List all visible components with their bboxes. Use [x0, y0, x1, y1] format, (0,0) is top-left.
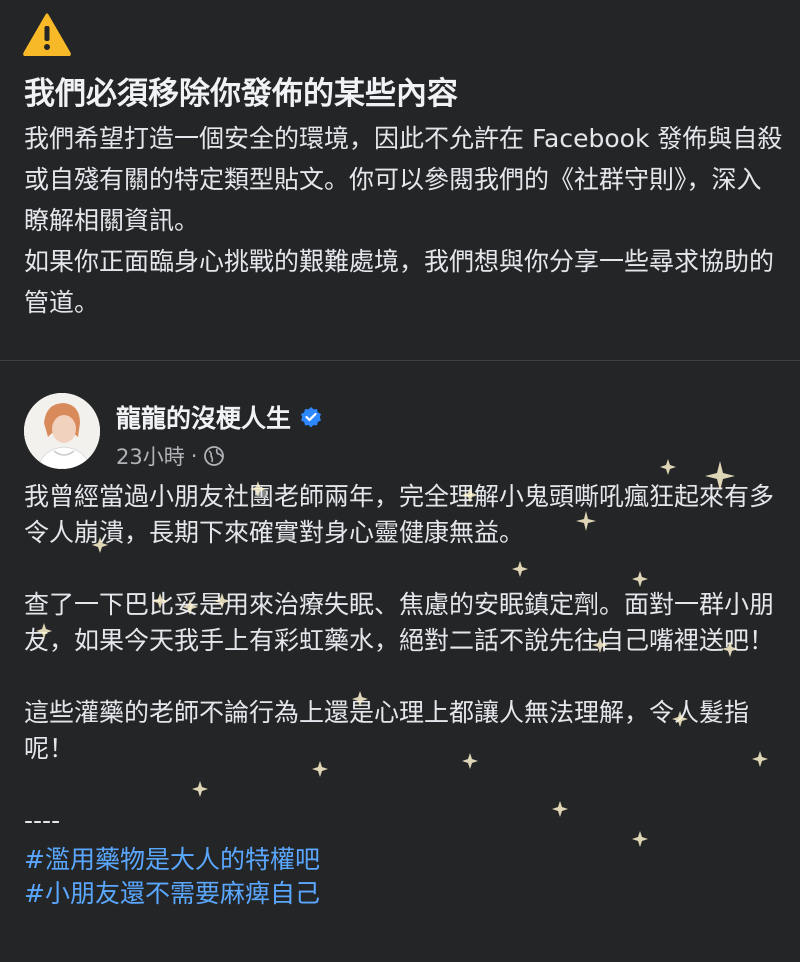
- notice-paragraph: 我們希望打造一個安全的環境，因此不允許在 Facebook 發佈與自殺或自殘有關…: [24, 124, 783, 235]
- warning-triangle-icon: [23, 13, 71, 56]
- notice-paragraph: 如果你正面臨身心挑戰的艱難處境，我們想與你分享一些尋求協助的管道。: [24, 247, 775, 317]
- avatar-image: [24, 393, 100, 469]
- hashtag-link[interactable]: #小朋友還不需要麻痺自己: [24, 877, 784, 911]
- post-time[interactable]: 23小時: [116, 441, 185, 471]
- post-body: 我曾經當過小朋友社團老師兩年，完全理解小鬼頭嘶吼瘋狂起來有多令人崩潰，長期下來確…: [24, 479, 784, 911]
- post-meta: 23小時 ·: [116, 441, 225, 471]
- verified-badge-icon: [301, 407, 322, 428]
- post-card: 龍龍的沒梗人生 23小時 · 我曾經當過小朋友社團老師兩年，完全理解小鬼頭嘶吼瘋…: [0, 361, 800, 962]
- removal-notice: 我們必須移除你發佈的某些內容 我們希望打造一個安全的環境，因此不允許在 Face…: [0, 0, 800, 360]
- notice-body: 我們希望打造一個安全的環境，因此不允許在 Facebook 發佈與自殺或自殘有關…: [24, 118, 784, 323]
- author[interactable]: 龍龍的沒梗人生: [116, 399, 323, 435]
- post-paragraph: 查了一下巴比妥是用來治療失眠、焦慮的安眠鎮定劑。面對一群小朋友，如果今天我手上有…: [24, 590, 775, 655]
- hashtag-link[interactable]: #濫用藥物是大人的特權吧: [24, 843, 784, 877]
- post-paragraph: 這些灌藥的老師不論行為上還是心理上都讓人無法理解，令人髮指呢！: [24, 698, 750, 763]
- post-paragraph: 我曾經當過小朋友社團老師兩年，完全理解小鬼頭嘶吼瘋狂起來有多令人崩潰，長期下來確…: [24, 482, 775, 547]
- avatar[interactable]: [24, 393, 100, 469]
- dashes: ----: [24, 806, 61, 835]
- separator: ·: [190, 444, 198, 468]
- globe-icon: [204, 446, 225, 466]
- notice-title: 我們必須移除你發佈的某些內容: [24, 76, 458, 112]
- author-name[interactable]: 龍龍的沒梗人生: [116, 399, 291, 435]
